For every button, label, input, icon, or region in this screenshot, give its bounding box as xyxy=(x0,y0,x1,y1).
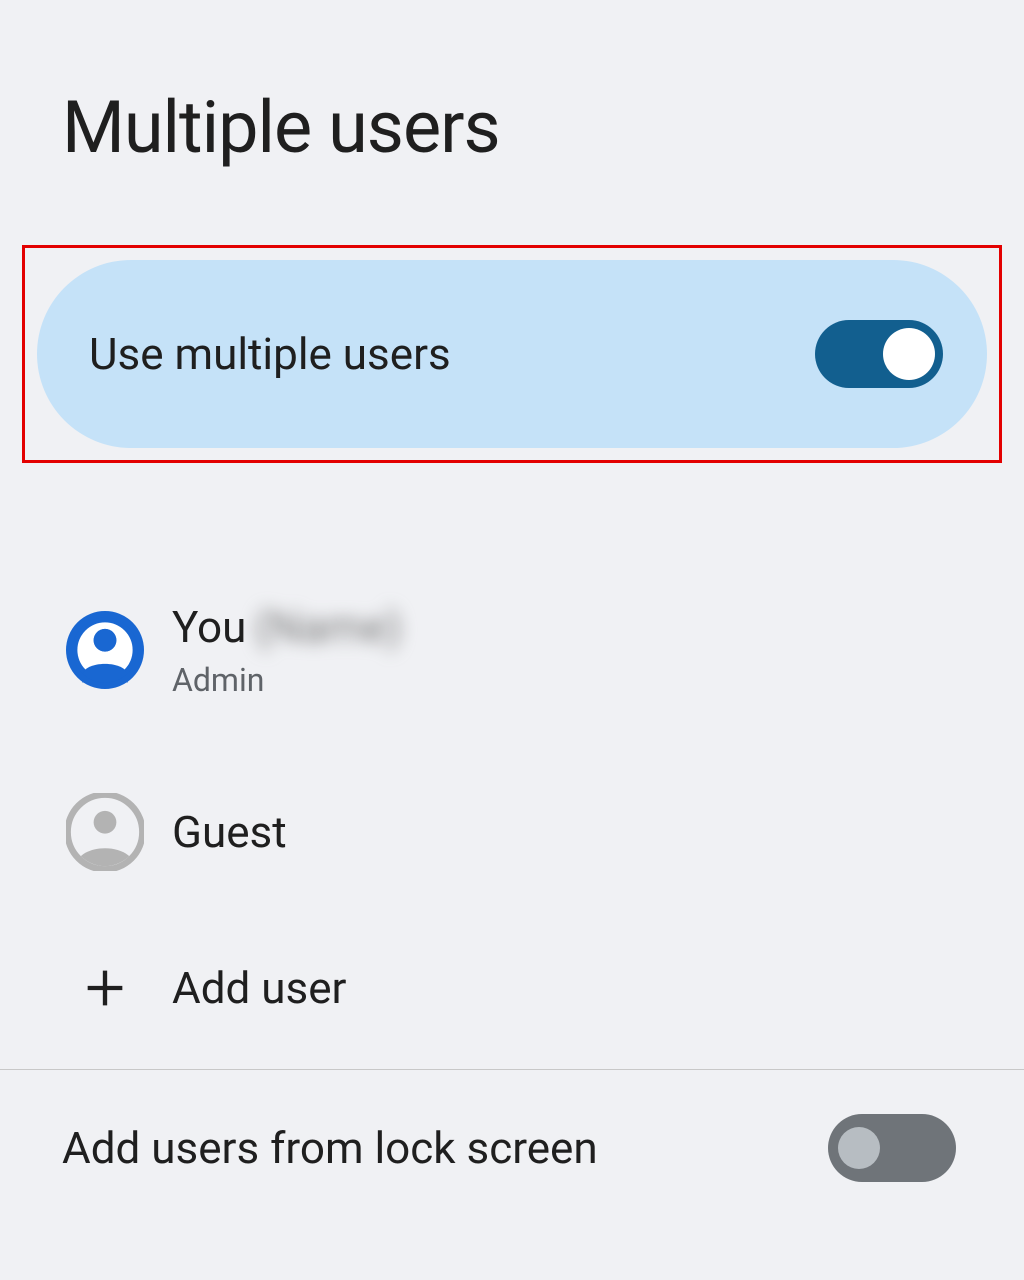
user-name-label: You (Name) xyxy=(172,601,402,653)
user-row-you[interactable]: You (Name) Admin xyxy=(66,573,1024,727)
plus-icon xyxy=(66,949,144,1027)
user-row-guest[interactable]: Guest xyxy=(66,765,1024,899)
guest-avatar-icon xyxy=(66,793,144,871)
use-multiple-users-label: Use multiple users xyxy=(89,328,451,380)
use-multiple-users-toggle[interactable] xyxy=(815,320,943,388)
add-users-from-lock-screen-row[interactable]: Add users from lock screen xyxy=(0,1070,1024,1226)
add-user-label: Add user xyxy=(172,962,346,1014)
user-list: You (Name) Admin Guest xyxy=(0,573,1024,1055)
user-role-label: Admin xyxy=(172,661,402,699)
highlighted-region: Use multiple users xyxy=(22,245,1002,463)
toggle-thumb-icon xyxy=(838,1127,880,1169)
user-avatar-icon xyxy=(66,611,144,689)
use-multiple-users-row[interactable]: Use multiple users xyxy=(37,260,987,448)
guest-label: Guest xyxy=(172,806,287,858)
add-users-from-lock-screen-toggle[interactable] xyxy=(828,1114,956,1182)
redacted-name: (Name) xyxy=(254,601,402,653)
toggle-thumb-icon xyxy=(883,328,935,380)
add-users-from-lock-screen-label: Add users from lock screen xyxy=(62,1122,598,1174)
page-title: Multiple users xyxy=(0,0,1024,170)
add-user-row[interactable]: Add user xyxy=(66,921,1024,1055)
